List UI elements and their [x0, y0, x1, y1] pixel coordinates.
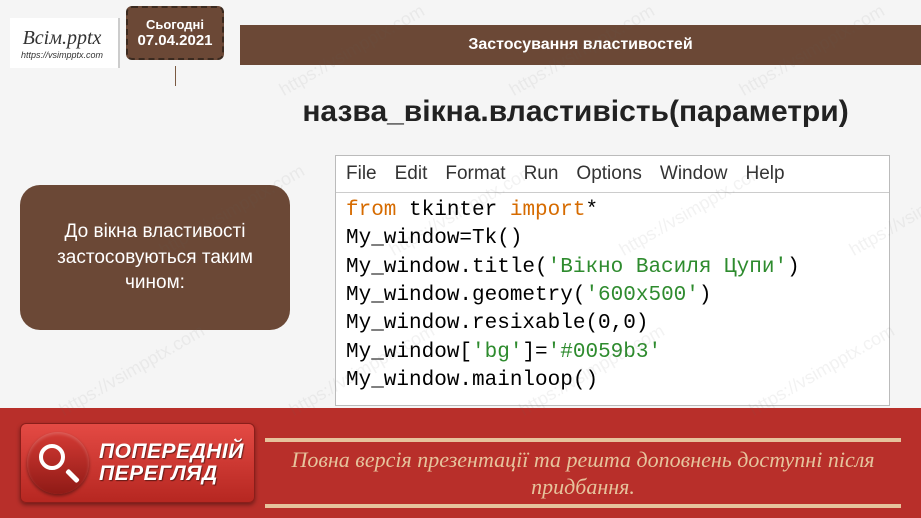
date-value: 07.04.2021	[137, 32, 212, 49]
code-string: 'Вікно Василя Цупи'	[548, 256, 787, 279]
date-tag-inner: Сьогодні 07.04.2021	[126, 6, 224, 60]
preview-button[interactable]: ПОПЕРЕДНІЙ ПЕРЕГЛЯД	[20, 423, 255, 503]
heading: назва_вікна.властивість(параметри)	[250, 95, 901, 129]
code-text: )	[787, 256, 800, 279]
date-tag: Сьогодні 07.04.2021	[120, 0, 230, 66]
menu-window[interactable]: Window	[660, 163, 728, 185]
preview-line2: ПЕРЕГЛЯД	[99, 463, 244, 485]
code-text: My_window.title(	[346, 256, 548, 279]
code-text: tkinter	[396, 199, 509, 222]
code-line: My_window.mainloop()	[346, 369, 598, 392]
footer-message-text: Повна версія презентації та решта доповн…	[273, 446, 893, 501]
editor-menu: File Edit Format Run Options Window Help	[336, 156, 889, 193]
code-line: My_window.resixable(0,0)	[346, 312, 648, 335]
preview-line1: ПОПЕРЕДНІЙ	[99, 441, 244, 463]
code-text: )	[699, 284, 712, 307]
code-kw-import: import	[510, 199, 586, 222]
code-text: My_window[	[346, 341, 472, 364]
code-line: My_window=Tk()	[346, 227, 522, 250]
top-bar: Застосування властивостей	[240, 25, 921, 65]
date-tag-string	[175, 66, 176, 86]
menu-options[interactable]: Options	[576, 163, 641, 185]
menu-file[interactable]: File	[346, 163, 377, 185]
logo-box: Всім.pptx https://vsimpptx.com	[10, 18, 120, 68]
editor-body: from tkinter import* My_window=Tk() My_w…	[336, 193, 889, 405]
menu-run[interactable]: Run	[524, 163, 559, 185]
side-card: До вікна властивості застосовуються таки…	[20, 185, 290, 330]
code-editor: File Edit Format Run Options Window Help…	[335, 155, 890, 406]
code-string: 'bg'	[472, 341, 522, 364]
code-text: *	[585, 199, 598, 222]
side-card-text: До вікна властивості застосовуються таки…	[40, 219, 270, 296]
top-bar-title: Застосування властивостей	[468, 36, 692, 54]
menu-format[interactable]: Format	[445, 163, 505, 185]
menu-edit[interactable]: Edit	[395, 163, 428, 185]
watermark-text: https://vsimpptx.com	[56, 320, 209, 420]
code-string: '#0059b3'	[548, 341, 661, 364]
code-text: My_window.geometry(	[346, 284, 585, 307]
date-today-label: Сьогодні	[146, 17, 204, 32]
logo-main: Всім.pptx	[23, 27, 102, 50]
menu-help[interactable]: Help	[745, 163, 784, 185]
magnifier-icon	[27, 432, 89, 494]
code-text: ]=	[522, 341, 547, 364]
preview-text: ПОПЕРЕДНІЙ ПЕРЕГЛЯД	[99, 441, 244, 485]
footer-message-box: Повна версія презентації та решта доповн…	[265, 438, 901, 508]
heading-text: назва_вікна.властивість(параметри)	[302, 95, 848, 128]
code-kw-from: from	[346, 199, 396, 222]
logo-url: https://vsimpptx.com	[21, 50, 103, 60]
code-string: '600x500'	[585, 284, 698, 307]
